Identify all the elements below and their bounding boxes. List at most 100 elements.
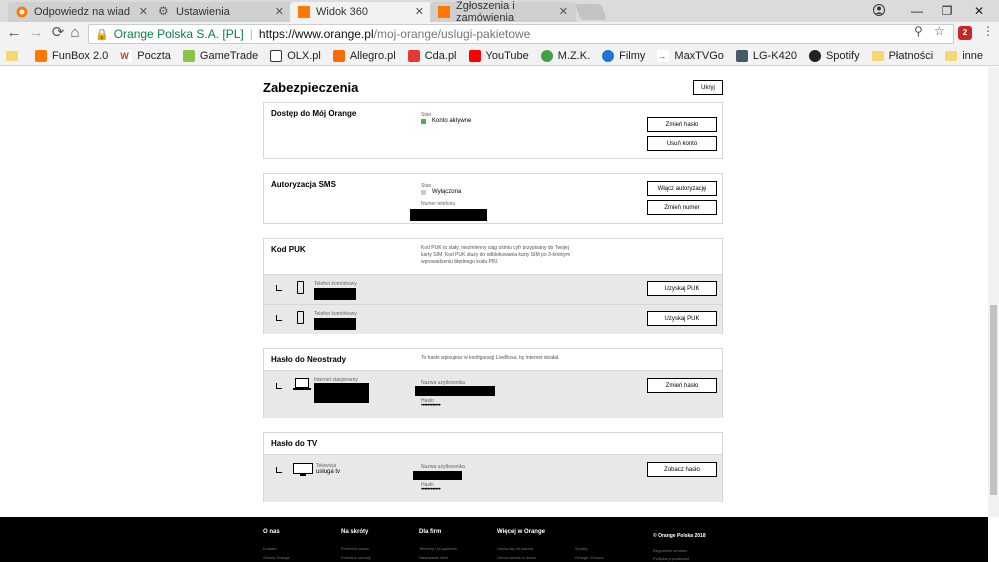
- laptop-icon: [293, 378, 311, 390]
- bookmark-funbox[interactable]: FunBox 2.0: [35, 49, 108, 62]
- puk-description: Kod PUK to stały, niezmienny ciąg ośmiu …: [421, 245, 571, 265]
- bookmark-poczta[interactable]: W Poczta: [120, 49, 171, 62]
- tv-row: Telewizja usługa tv Nazwa użytkownika Ha…: [264, 454, 722, 502]
- bookmark-olx[interactable]: OLX.pl: [270, 49, 321, 62]
- orange-community-icon: [16, 6, 28, 18]
- home-icon[interactable]: ⌂: [66, 25, 84, 41]
- footer-link[interactable]: Nadawanie ofert: [419, 555, 448, 560]
- bookmark-youtube[interactable]: YouTube: [468, 49, 529, 62]
- close-tab-icon[interactable]: ✕: [139, 5, 148, 18]
- close-tab-icon[interactable]: ✕: [559, 5, 568, 18]
- neostrada-description: To hasło wpisujesz w konfiguracji LiveBo…: [421, 355, 560, 361]
- sms-auth-title: Autoryzacja SMS: [271, 180, 336, 189]
- page-scrollbar[interactable]: [988, 67, 999, 517]
- get-puk-button[interactable]: Uzyskaj PUK: [647, 281, 717, 296]
- folder-icon: [945, 50, 958, 61]
- tab-zgloszenia[interactable]: Zgłoszenia i zamówienia ✕: [430, 0, 576, 24]
- tv-password-box: Hasło do TV Telewizja usługa tv Nazwa uż…: [263, 432, 723, 502]
- bookmark-platnosci[interactable]: Płatności: [871, 50, 933, 62]
- youtube-logo-icon: [468, 49, 481, 62]
- tab-strip: Odpowiedz na wiadomość ✕ ⚙ Ustawienia ✕ …: [0, 0, 999, 24]
- close-tab-icon[interactable]: ✕: [415, 5, 424, 18]
- forward-arrow-icon[interactable]: →: [27, 25, 45, 41]
- hide-button[interactable]: Ukryj: [693, 80, 723, 95]
- close-tab-icon[interactable]: ✕: [275, 5, 284, 18]
- bookmark-mzk[interactable]: M.Z.K.: [540, 49, 590, 62]
- change-number-button[interactable]: Zmień numer: [647, 200, 717, 215]
- zoom-search-icon[interactable]: ⚲: [914, 24, 923, 38]
- footer-link[interactable]: Umów serwis w domu: [497, 555, 536, 560]
- bookmarks-bar: FunBox 2.0 W Poczta GameTrade OLX.pl Alle…: [0, 46, 999, 66]
- bookmark-filmy[interactable]: Filmy: [602, 49, 645, 62]
- tab-widok-360[interactable]: Widok 360 ✕: [290, 2, 432, 22]
- footer-link[interactable]: Przenieś numer: [341, 546, 369, 551]
- wp-logo-icon: W: [120, 49, 133, 62]
- orange-logo-icon: [298, 6, 310, 18]
- bookmark-inne[interactable]: inne: [945, 50, 983, 62]
- status-value: Wyłączona: [432, 189, 462, 195]
- puk-title: Kod PUK: [271, 245, 306, 254]
- enable-sms-auth-button[interactable]: Włącz autoryzację: [647, 181, 717, 196]
- site-identity[interactable]: Orange Polska S.A. [PL]: [114, 27, 244, 41]
- url-host: https://www.orange.pl: [258, 27, 374, 41]
- footer-link[interactable]: Regulamin serwisu: [653, 548, 687, 553]
- bookmark-allegro[interactable]: Allegro.pl: [332, 49, 396, 62]
- address-separator: |: [249, 27, 253, 41]
- reload-icon[interactable]: ⟳: [49, 25, 67, 41]
- back-arrow-icon[interactable]: ←: [5, 25, 23, 41]
- new-tab-button[interactable]: [575, 4, 607, 20]
- phone-number-label: Numer telefonu: [421, 201, 456, 207]
- tab-odpowiedz[interactable]: Odpowiedz na wiadomość ✕: [8, 2, 156, 22]
- bookmark-lg[interactable]: LG-K420: [735, 49, 797, 62]
- delete-account-button[interactable]: Usuń konto: [647, 136, 717, 151]
- arrow-icon: →: [657, 49, 670, 62]
- folder-icon: [6, 50, 18, 61]
- footer-col-title: O nas: [263, 529, 280, 535]
- bookmark-maxtvgo[interactable]: → MaxTVGo: [657, 49, 724, 62]
- puk-row: Telefon komórkowy Uzyskaj PUK: [264, 304, 722, 334]
- footer-link[interactable]: Salony Orange: [263, 555, 290, 560]
- change-password-button[interactable]: Zmień hasło: [647, 117, 717, 132]
- footer-link[interactable]: Przedłuż umowę: [341, 555, 371, 560]
- bookmark-cda[interactable]: Cda.pl: [407, 49, 457, 62]
- get-puk-button[interactable]: Uzyskaj PUK: [647, 311, 717, 326]
- device-label: Telefon komórkowy: [314, 281, 357, 287]
- bookmark-spotify[interactable]: Spotify: [808, 49, 860, 62]
- orange-logo-icon: [35, 49, 47, 62]
- orange-logo-icon: [438, 6, 450, 18]
- footer-col-title: Więcej w Orange: [497, 529, 545, 535]
- footer-link[interactable]: Polityka prywatności: [653, 556, 689, 561]
- close-window-icon[interactable]: ✕: [972, 4, 986, 18]
- footer-link[interactable]: Telefony i urządzenia: [419, 546, 457, 551]
- footer-link[interactable]: Umów się do salonu: [497, 546, 533, 551]
- lg-device-icon: [735, 49, 748, 62]
- extension-shield-icon[interactable]: 2: [958, 26, 972, 40]
- star-bookmark-icon[interactable]: ☆: [934, 24, 945, 38]
- tree-branch-icon: [276, 467, 282, 473]
- redacted-phone-number: [314, 318, 356, 330]
- neostrada-row: Internet stacjonarny Nazwa użytkownika H…: [264, 370, 722, 418]
- minimize-icon[interactable]: —: [910, 4, 924, 18]
- neostrada-title: Hasło do Neostrady: [271, 355, 347, 364]
- menu-icon[interactable]: ⋮: [982, 24, 994, 38]
- profile-icon[interactable]: [872, 4, 886, 19]
- footer-link[interactable]: Orange Chmura: [575, 555, 604, 560]
- tv-title: Hasło do TV: [271, 439, 318, 448]
- footer-copyright: © Orange Polska 2018: [653, 533, 706, 539]
- scrollbar-thumb[interactable]: [990, 305, 997, 495]
- bookmark-gametrade[interactable]: GameTrade: [182, 49, 258, 62]
- show-tv-password-button[interactable]: Zobacz hasło: [647, 462, 717, 477]
- password-mask: ••••••••••••: [421, 487, 441, 493]
- address-bar[interactable]: 🔒 Orange Polska S.A. [PL] | https://www.…: [88, 24, 954, 44]
- page-content: Zabezpieczenia Ukryj Dostęp do Mój Orang…: [0, 67, 988, 517]
- change-neostrada-password-button[interactable]: Zmień hasło: [647, 378, 717, 393]
- footer-link[interactable]: Spotify: [575, 546, 587, 551]
- restore-icon[interactable]: ❐: [940, 4, 954, 18]
- tab-label: Ustawienia: [176, 6, 230, 18]
- footer-link[interactable]: Kontakt: [263, 546, 277, 551]
- bookmark-apps[interactable]: [6, 50, 23, 61]
- tree-branch-icon: [276, 285, 282, 291]
- footer-col-title: Na skróty: [341, 529, 369, 535]
- filmy-logo-icon: [602, 49, 615, 62]
- tab-ustawienia[interactable]: ⚙ Ustawienia ✕: [150, 2, 292, 22]
